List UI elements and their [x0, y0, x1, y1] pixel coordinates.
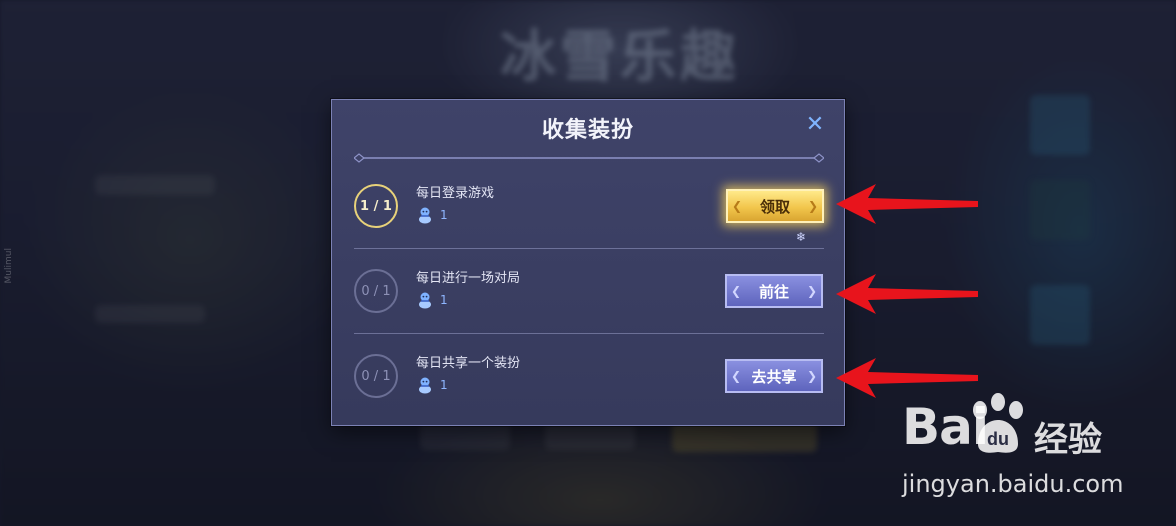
row-divider — [354, 248, 824, 249]
collect-outfit-dialog: 收集装扮 ✕ 1 / 1 每日登录游戏 1 ❮ 领取 ❯ ❄ 0 / 1 每日进… — [331, 99, 845, 426]
close-icon[interactable]: ✕ — [804, 114, 826, 136]
dialog-title: 收集装扮 — [541, 118, 634, 143]
claim-button-label: 领取 — [759, 198, 790, 216]
reward-count: 1 — [440, 293, 448, 307]
red-arrow-1 — [836, 184, 978, 224]
task-row-daily-login: 1 / 1 每日登录游戏 1 ❮ 领取 ❯ — [352, 168, 824, 252]
snowman-icon — [419, 207, 431, 224]
watermark-url: jingyan.baidu.com — [902, 470, 1124, 498]
button-left-ornament: ❮ — [732, 199, 743, 213]
button-right-ornament: ❯ — [806, 284, 817, 298]
reward: 1 — [416, 291, 448, 309]
task-name: 每日共享一个装扮 — [416, 356, 521, 371]
task-row-daily-share: 0 / 1 每日共享一个装扮 1 ❮ 去共享 ❯ — [352, 338, 824, 422]
reward: 1 — [416, 376, 448, 394]
red-arrow-2 — [836, 274, 978, 314]
progress-ring: 0 / 1 — [354, 354, 398, 398]
task-name: 每日进行一场对局 — [416, 271, 521, 286]
baidu-jingyan-watermark: Bai du 经验 jingyan.baidu.com — [898, 392, 1168, 502]
title-divider — [354, 153, 824, 163]
watermark-logo-cn: 经验 — [1034, 420, 1102, 460]
button-right-ornament: ❯ — [806, 369, 817, 383]
svg-text:du: du — [987, 429, 1009, 449]
go-button-label: 前往 — [758, 283, 789, 301]
button-right-ornament: ❯ — [807, 199, 818, 213]
task-name: 每日登录游戏 — [416, 186, 495, 201]
snowman-icon — [419, 292, 431, 309]
snowman-icon — [419, 377, 431, 394]
button-left-ornament: ❮ — [731, 369, 742, 383]
claim-button[interactable]: ❮ 领取 ❯ — [726, 189, 824, 223]
progress-ring: 1 / 1 — [354, 184, 398, 228]
share-button-label: 去共享 — [751, 368, 797, 386]
reward: 1 — [416, 206, 448, 224]
paw-icon: du — [973, 393, 1023, 453]
share-button[interactable]: ❮ 去共享 ❯ — [725, 359, 823, 393]
side-vertical-text: Mulimul — [4, 248, 14, 284]
task-row-daily-match: 0 / 1 每日进行一场对局 1 ❮ 前往 ❯ — [352, 253, 824, 337]
reward-count: 1 — [440, 208, 448, 222]
go-button[interactable]: ❮ 前往 ❯ — [725, 274, 823, 308]
sparkle-icon: ❄ — [796, 230, 807, 244]
reward-count: 1 — [440, 378, 448, 392]
button-left-ornament: ❮ — [731, 284, 742, 298]
progress-ring: 0 / 1 — [354, 269, 398, 313]
row-divider — [354, 333, 824, 334]
